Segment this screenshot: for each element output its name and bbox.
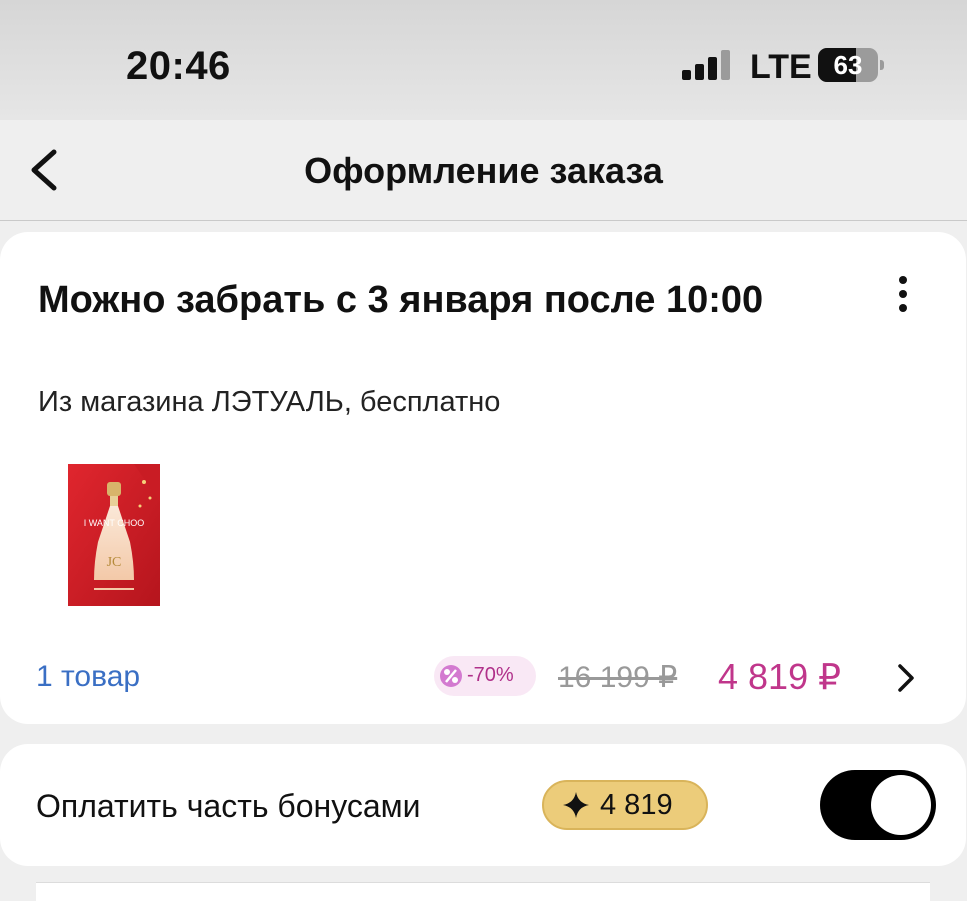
- bonus-label: Оплатить часть бонусами: [36, 788, 421, 824]
- items-count-link[interactable]: 1 товар: [36, 660, 140, 694]
- star-sparkle-icon: [563, 792, 589, 818]
- page-title: Оформление заказа: [304, 150, 663, 191]
- order-details-button[interactable]: [894, 660, 918, 696]
- product-image[interactable]: I WANT CHOO JC: [64, 462, 164, 608]
- battery-label: 63: [833, 50, 863, 80]
- bonus-card: Оплатить часть бонусами 4 819: [0, 744, 966, 866]
- old-price: 16 199 ₽: [558, 661, 678, 694]
- bonus-toggle[interactable]: [820, 770, 936, 840]
- network-label: LTE: [750, 48, 812, 86]
- toggle-knob: [871, 775, 931, 835]
- next-section-edge: [36, 882, 930, 901]
- discount-percent-icon: [440, 665, 462, 687]
- new-price: 4 819 ₽: [718, 656, 841, 697]
- svg-text:I WANT CHOO: I WANT CHOO: [84, 518, 145, 528]
- pickup-subtitle: Из магазина ЛЭТУАЛЬ, бесплатно: [38, 386, 501, 418]
- discount-badge: -70%: [434, 656, 536, 696]
- bonus-amount: 4 819: [600, 789, 673, 821]
- status-time: 20:46: [126, 44, 231, 88]
- svg-text:JC: JC: [107, 555, 122, 570]
- bonus-badge: 4 819: [542, 780, 708, 830]
- order-card: Можно забрать с 3 января после 10:00 Из …: [0, 232, 966, 724]
- pickup-title: Можно забрать с 3 января после 10:00: [38, 279, 764, 321]
- perfume-bottle-image: I WANT CHOO JC: [68, 464, 160, 606]
- discount-label: -70%: [467, 664, 514, 686]
- more-options-button[interactable]: [888, 272, 918, 316]
- status-bar: 20:46 LTE 63: [0, 0, 967, 120]
- battery-icon: 63: [818, 48, 884, 82]
- nav-bar: Оформление заказа: [0, 120, 967, 221]
- signal-icon: [682, 50, 732, 80]
- chevron-right-icon: [898, 664, 914, 692]
